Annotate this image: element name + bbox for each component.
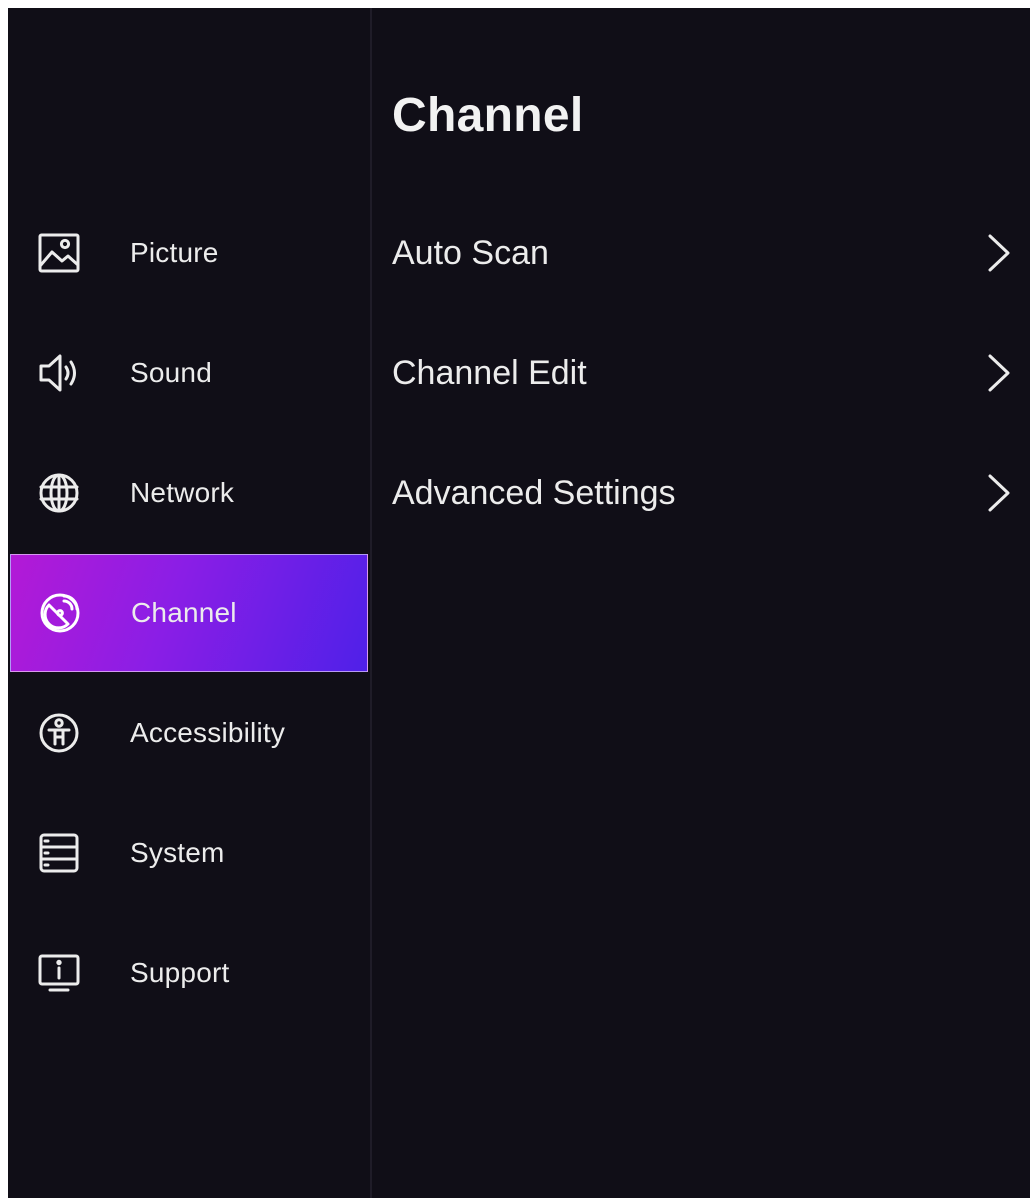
sidebar-item-label: Accessibility bbox=[130, 717, 286, 748]
support-info-icon bbox=[36, 950, 82, 996]
sidebar-item-system[interactable]: System bbox=[10, 794, 368, 912]
menu-item-label: Channel Edit bbox=[392, 353, 587, 392]
chevron-right-icon bbox=[986, 352, 1012, 394]
sidebar-item-label: System bbox=[130, 837, 225, 868]
sidebar-item-label: Network bbox=[130, 477, 235, 508]
sidebar-item-label: Picture bbox=[130, 237, 219, 268]
menu-item-label: Auto Scan bbox=[392, 233, 549, 272]
tv-settings-screen: Picture Sound Network Channel Accessibil… bbox=[8, 8, 1030, 1198]
picture-icon bbox=[36, 230, 82, 276]
channel-settings-panel: Channel Auto Scan Channel Edit Advanced … bbox=[372, 8, 1030, 1198]
settings-sidebar: Picture Sound Network Channel Accessibil… bbox=[8, 8, 370, 1198]
sidebar-item-label: Sound bbox=[130, 357, 212, 388]
sidebar-item-sound[interactable]: Sound bbox=[10, 314, 368, 432]
chevron-right-icon bbox=[986, 472, 1012, 514]
chevron-right-icon bbox=[986, 232, 1012, 274]
sidebar-item-picture[interactable]: Picture bbox=[10, 194, 368, 312]
sidebar-item-accessibility[interactable]: Accessibility bbox=[10, 674, 368, 792]
sidebar-item-label: Channel bbox=[131, 597, 237, 628]
menu-item-channel-edit[interactable]: Channel Edit bbox=[392, 333, 1012, 413]
sidebar-item-label: Support bbox=[130, 957, 230, 988]
page-title: Channel bbox=[392, 89, 584, 142]
speaker-icon bbox=[36, 350, 82, 396]
sidebar-item-support[interactable]: Support bbox=[10, 914, 368, 1032]
sidebar-item-network[interactable]: Network bbox=[10, 434, 368, 552]
menu-item-advanced-settings[interactable]: Advanced Settings bbox=[392, 453, 1012, 533]
menu-item-auto-scan[interactable]: Auto Scan bbox=[392, 213, 1012, 293]
globe-icon bbox=[36, 470, 82, 516]
accessibility-icon bbox=[36, 710, 82, 756]
menu-item-label: Advanced Settings bbox=[392, 473, 676, 512]
antenna-icon bbox=[37, 590, 83, 636]
sidebar-item-channel[interactable]: Channel bbox=[10, 554, 368, 672]
system-icon bbox=[36, 830, 82, 876]
